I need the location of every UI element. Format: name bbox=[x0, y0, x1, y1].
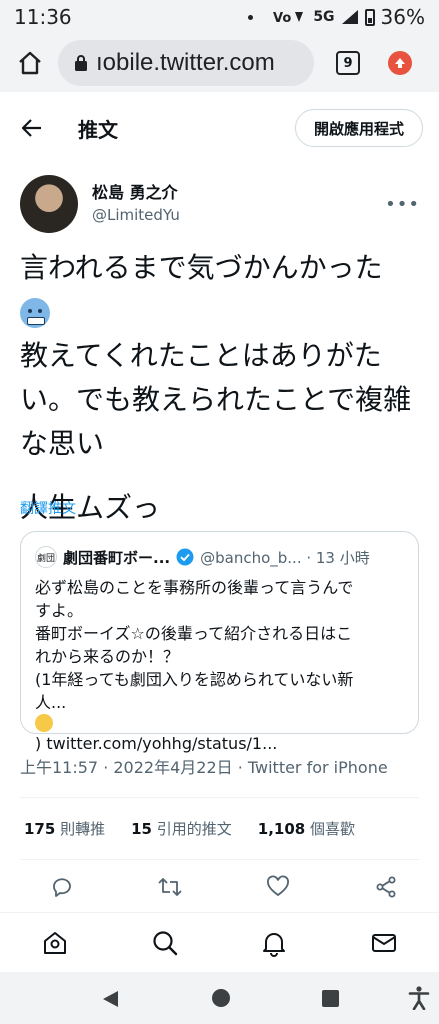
tweet-line-emoji bbox=[20, 290, 418, 334]
tab-search[interactable] bbox=[149, 927, 181, 959]
svg-text:Vo: Vo bbox=[273, 11, 291, 25]
share-icon bbox=[376, 876, 396, 898]
back-arrow-icon bbox=[21, 119, 41, 137]
volte-icon: Vo bbox=[273, 11, 304, 25]
search-icon bbox=[153, 930, 177, 955]
signal-icon bbox=[341, 10, 358, 24]
tabs-button[interactable]: 9 bbox=[336, 51, 360, 75]
tweet-line: い。でも教えられたことで複雑 bbox=[20, 383, 412, 416]
like-button[interactable] bbox=[264, 873, 292, 901]
avatar[interactable] bbox=[20, 175, 78, 233]
laughing-emoji-icon bbox=[35, 714, 53, 732]
divider bbox=[20, 797, 419, 798]
address-bar[interactable]: ıobile.twitter.com bbox=[58, 40, 314, 86]
heart-icon bbox=[267, 875, 289, 897]
home-button[interactable] bbox=[12, 45, 48, 81]
quotes-label: 引用的推文 bbox=[156, 820, 232, 838]
update-button[interactable] bbox=[388, 51, 412, 75]
bell-icon bbox=[263, 932, 286, 957]
retweets-stat[interactable]: 175 則轉推 bbox=[24, 818, 105, 839]
quote-line: (1年経っても劇団入りを認められていない新 bbox=[35, 670, 354, 689]
quote-line: すよ。 bbox=[35, 601, 84, 620]
tab-notifications[interactable] bbox=[258, 927, 290, 959]
nav-back-icon[interactable] bbox=[100, 989, 120, 1009]
tweet-author: 松島 勇之介 @LimitedYu ••• bbox=[20, 174, 420, 234]
nav-recents-icon[interactable] bbox=[322, 990, 339, 1007]
android-navigation-bar bbox=[0, 972, 439, 1024]
quote-line: れから来るのか！？ bbox=[35, 647, 180, 666]
battery-percent: 36% bbox=[380, 5, 425, 29]
tweet-text: 言われるまで気づかんかった 教えてくれたことはありがた い。でも教えられたことで… bbox=[20, 246, 418, 530]
tweet-line: 人生ムズっ bbox=[20, 491, 161, 524]
quote-link[interactable]: ) twitter.com/yohhg/status/1... bbox=[35, 734, 277, 753]
retweet-button[interactable] bbox=[156, 873, 184, 901]
author-name[interactable]: 松島 勇之介 bbox=[92, 183, 180, 203]
more-options-icon[interactable]: ••• bbox=[385, 194, 420, 215]
tab-count: 9 bbox=[343, 55, 353, 71]
quote-author-name: 劇団番町ボー... bbox=[63, 548, 171, 567]
quotes-count: 15 bbox=[131, 820, 152, 838]
tweet-actions bbox=[48, 873, 400, 901]
nav-home-icon[interactable] bbox=[212, 989, 230, 1007]
twitter-header: 推文 開啟應用程式 bbox=[0, 92, 439, 164]
mail-icon bbox=[372, 933, 397, 952]
back-button[interactable] bbox=[16, 112, 48, 144]
home-icon bbox=[43, 931, 66, 954]
likes-stat[interactable]: 1,108 個喜歡 bbox=[258, 818, 355, 839]
network-type: 5G bbox=[313, 9, 335, 25]
quote-body: 必ず松島のことを事務所の後輩って言うんで すよ。 番町ボーイズ☆の後輩って紹介さ… bbox=[35, 576, 404, 755]
open-app-button[interactable]: 開啟應用程式 bbox=[294, 109, 423, 147]
tab-messages[interactable] bbox=[368, 927, 400, 959]
bottom-tab-bar bbox=[0, 912, 439, 972]
tab-home[interactable] bbox=[39, 927, 71, 959]
tweet-stats: 175 則轉推 15 引用的推文 1,108 個喜歡 bbox=[24, 818, 355, 839]
status-icons: Vo 5G 36% bbox=[248, 5, 425, 29]
likes-label: 個喜歡 bbox=[310, 820, 356, 838]
translate-tweet-link[interactable]: 翻譯推文 bbox=[20, 498, 76, 518]
retweets-label: 則轉推 bbox=[60, 820, 106, 838]
quote-tweet-card[interactable]: 劇団 劇団番町ボー... @bancho_b... · 13 小時 必ず松島のこ… bbox=[20, 531, 419, 753]
quote-line-part: 人... bbox=[35, 693, 67, 712]
retweets-count: 175 bbox=[24, 820, 56, 838]
page-title: 推文 bbox=[78, 117, 118, 142]
status-bar: 11:36 Vo 5G 36% bbox=[0, 0, 439, 34]
quote-header: 劇団 劇団番町ボー... @bancho_b... · 13 小時 bbox=[35, 546, 404, 568]
likes-count: 1,108 bbox=[257, 820, 306, 838]
author-handle[interactable]: @LimitedYu bbox=[92, 205, 180, 225]
url-text: ıobile.twitter.com bbox=[96, 49, 275, 76]
tweet-line: 教えてくれたことはありがた bbox=[20, 339, 382, 372]
share-button[interactable] bbox=[372, 873, 400, 901]
quote-line: 必ず松島のことを事務所の後輩って言うんで bbox=[35, 578, 354, 597]
reply-icon bbox=[53, 878, 71, 897]
cold-face-emoji-icon bbox=[20, 298, 50, 328]
update-icon bbox=[395, 58, 405, 68]
reply-button[interactable] bbox=[48, 873, 76, 901]
tweet-line: な思い bbox=[20, 427, 105, 460]
notification-dot-icon bbox=[248, 14, 254, 20]
retweet-icon bbox=[158, 878, 182, 896]
accessibility-icon[interactable] bbox=[408, 986, 430, 1010]
verified-badge-icon bbox=[176, 548, 194, 566]
quotes-stat[interactable]: 15 引用的推文 bbox=[131, 818, 232, 839]
quote-handle-time: @bancho_b... · 13 小時 bbox=[200, 548, 370, 567]
quote-line-last: 人... ) twitter.com/yohhg/status/1... bbox=[35, 691, 404, 755]
browser-toolbar: ıobile.twitter.com 9 bbox=[0, 34, 439, 92]
battery-icon bbox=[364, 8, 375, 26]
tweet-line: 言われるまで気づかんかった bbox=[20, 251, 383, 284]
quote-line: 番町ボーイズ☆の後輩って紹介される日はこ bbox=[35, 624, 353, 643]
tweet-timestamp[interactable]: 上午11:57 · 2022年4月22日 · Twitter for iPhon… bbox=[20, 754, 388, 778]
author-names: 松島 勇之介 @LimitedYu bbox=[92, 183, 180, 225]
tweet-gap bbox=[20, 466, 418, 486]
quote-avatar: 劇団 bbox=[35, 546, 57, 568]
status-time: 11:36 bbox=[14, 5, 72, 29]
divider bbox=[20, 859, 419, 860]
home-icon bbox=[19, 51, 41, 75]
lock-icon bbox=[75, 55, 87, 71]
